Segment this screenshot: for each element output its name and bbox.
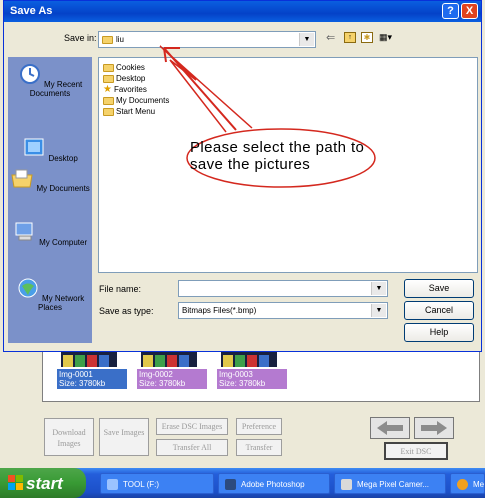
save-as-type-select[interactable]: Bitmaps Files(*.bmp) ▼ bbox=[178, 302, 388, 319]
next-arrow-button[interactable] bbox=[414, 417, 454, 439]
chevron-down-icon: ▼ bbox=[371, 304, 386, 317]
thumbnail-caption: Img-0003 Size: 3780kb bbox=[217, 369, 287, 389]
network-places-icon bbox=[18, 278, 38, 298]
exit-dsc-button[interactable]: Exit DSC bbox=[384, 442, 448, 460]
save-as-type-label: Save as type: bbox=[99, 306, 154, 316]
file-name-field[interactable]: ▼ bbox=[178, 280, 388, 297]
previous-arrow-button[interactable] bbox=[370, 417, 410, 439]
callout-text: Please select the path to save the pictu… bbox=[190, 139, 365, 173]
taskbar-item-me[interactable]: Me bbox=[450, 473, 485, 494]
place-my-network-places[interactable]: My Network Places bbox=[8, 277, 92, 312]
save-as-type-value: Bitmaps Files(*.bmp) bbox=[182, 306, 257, 315]
app-icon bbox=[457, 479, 468, 490]
taskbar-tool-f[interactable]: TOOL (F:) bbox=[100, 473, 214, 494]
start-label: start bbox=[26, 474, 63, 493]
erase-dsc-images-button[interactable]: Erase DSC Images bbox=[156, 418, 228, 435]
thumbnail-caption: Img-0002 Size: 3780kb bbox=[137, 369, 207, 389]
my-computer-icon bbox=[15, 222, 33, 241]
thumbnail-caption: Img-0001 Size: 3780kb bbox=[57, 369, 127, 389]
taskbar-mega-pixel-camera[interactable]: Mega Pixel Camer... bbox=[334, 473, 446, 494]
save-button[interactable]: Save bbox=[404, 279, 474, 298]
chevron-down-icon: ▼ bbox=[371, 282, 386, 295]
taskbar-adobe-photoshop[interactable]: Adobe Photoshop bbox=[218, 473, 330, 494]
preference-button[interactable]: Preference bbox=[236, 418, 282, 435]
right-arrow-icon bbox=[421, 421, 447, 435]
help-button[interactable]: Help bbox=[404, 323, 474, 342]
transfer-all-button[interactable]: Transfer All bbox=[156, 439, 228, 456]
place-my-computer[interactable]: My Computer bbox=[8, 221, 92, 247]
drive-icon bbox=[107, 479, 118, 490]
cancel-button[interactable]: Cancel bbox=[404, 301, 474, 320]
camera-app-icon bbox=[341, 479, 352, 490]
windows-logo-icon bbox=[8, 475, 23, 490]
left-arrow-icon bbox=[377, 421, 403, 435]
download-images-button[interactable]: Download Images bbox=[44, 418, 94, 456]
file-name-label: File name: bbox=[99, 284, 142, 294]
transfer-button[interactable]: Transfer bbox=[236, 439, 282, 456]
save-images-button[interactable]: Save Images bbox=[99, 418, 149, 456]
photoshop-icon bbox=[225, 479, 236, 490]
